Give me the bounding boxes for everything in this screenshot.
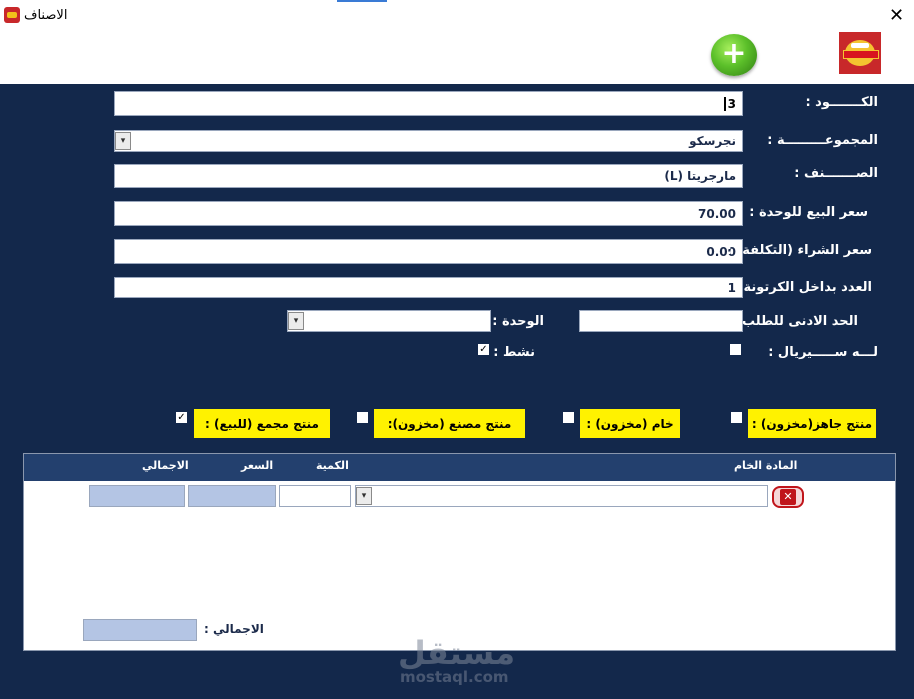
serial-checkbox[interactable]	[730, 344, 741, 355]
qty-cell[interactable]	[279, 485, 351, 507]
col-material-header: المادة الخام	[734, 459, 798, 472]
material-select[interactable]	[355, 485, 768, 507]
item-label: الصـــــــنف :	[794, 166, 878, 181]
item-name-field[interactable]: مارجريتا (L)	[114, 164, 743, 188]
group-value: نجرسكو	[689, 134, 736, 148]
active-checkbox[interactable]: ✓	[478, 344, 489, 355]
ready-product-checkbox[interactable]	[731, 412, 742, 423]
grid-footer-total-label: الاجمالي :	[204, 622, 264, 636]
material-dropdown-button[interactable]: ▾	[356, 487, 372, 505]
window-title: الاصناف	[24, 8, 68, 23]
unit-select[interactable]	[287, 310, 491, 332]
assembled-product-label: منتج مجمع (للبيع) :	[194, 409, 330, 438]
code-label: الكـــــــود :	[805, 95, 878, 110]
add-button[interactable]: +	[711, 34, 757, 76]
title-bar: الاصناف ✕	[0, 0, 914, 34]
manufactured-product-checkbox[interactable]	[357, 412, 368, 423]
item-name-value: مارجريتا (L)	[664, 169, 736, 183]
group-label: المجموعـــــــــة :	[767, 133, 878, 148]
close-button[interactable]: ✕	[889, 7, 904, 25]
plus-icon: +	[721, 36, 747, 71]
unit-dropdown-button[interactable]: ▾	[288, 312, 304, 330]
ready-product-label: منتج جاهز(مخزون) :	[748, 409, 876, 438]
sale-price-label: سعر البيع للوحدة :	[749, 205, 868, 220]
carton-count-label: العدد بداخل الكرتونة :	[733, 280, 872, 295]
min-order-label: الحد الادنى للطلب :	[732, 314, 858, 329]
raw-materials-grid: المادة الخام الكمية السعر الاجمالي ✕ ▾ ا…	[23, 453, 896, 651]
sale-price-field[interactable]: 70.00	[114, 201, 743, 226]
code-value: 3	[723, 96, 736, 111]
cost-price-label: سعر الشراء (التكلفة) :	[726, 243, 872, 258]
col-price-header: السعر	[241, 459, 274, 472]
title-bar-accent	[337, 0, 387, 2]
manufactured-product-label: منتج مصنع (مخزون):	[374, 409, 525, 438]
price-cell	[188, 485, 276, 507]
delete-row-button[interactable]: ✕	[772, 486, 804, 508]
toolbar: +	[0, 32, 914, 84]
group-select[interactable]: نجرسكو	[114, 130, 743, 152]
grid-row: ✕ ▾	[24, 481, 895, 511]
grid-header: المادة الخام الكمية السعر الاجمالي	[24, 454, 895, 481]
total-cell	[89, 485, 185, 507]
grid-footer-total-field	[83, 619, 197, 641]
raw-material-label: خام (مخزون) :	[580, 409, 680, 438]
serial-label: لـــه ســـــيريال :	[768, 345, 878, 360]
col-total-header: الاجمالي	[142, 459, 189, 472]
logo-icon	[839, 32, 881, 74]
cost-price-field[interactable]: 0.00	[114, 239, 743, 264]
app-icon	[4, 7, 20, 23]
raw-material-checkbox[interactable]	[563, 412, 574, 423]
watermark-latin: mostaql.com	[400, 668, 509, 686]
code-field[interactable]: 3	[114, 91, 743, 116]
unit-label: الوحدة :	[492, 314, 544, 329]
col-qty-header: الكمية	[316, 459, 349, 472]
min-order-field[interactable]	[579, 310, 743, 332]
assembled-product-checkbox[interactable]: ✓	[176, 412, 187, 423]
sale-price-value: 70.00	[698, 206, 736, 221]
carton-count-field[interactable]: 1	[114, 277, 743, 298]
active-label: نشط :	[493, 345, 535, 360]
watermark-arabic: مستقل	[398, 634, 516, 672]
group-dropdown-button[interactable]: ▾	[115, 132, 131, 150]
delete-icon: ✕	[780, 489, 796, 505]
